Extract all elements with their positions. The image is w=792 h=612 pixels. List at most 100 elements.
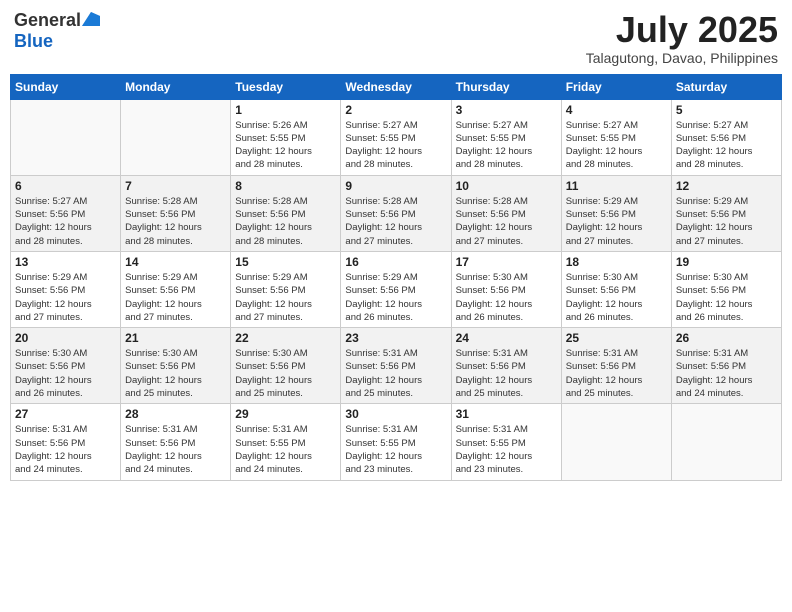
day-info: Sunrise: 5:31 AMSunset: 5:55 PMDaylight:… [345, 423, 446, 476]
table-row [121, 99, 231, 175]
day-info: Sunrise: 5:27 AMSunset: 5:56 PMDaylight:… [15, 195, 116, 248]
day-number: 22 [235, 331, 336, 345]
day-info: Sunrise: 5:29 AMSunset: 5:56 PMDaylight:… [125, 271, 226, 324]
table-row: 16 Sunrise: 5:29 AMSunset: 5:56 PMDayligh… [341, 251, 451, 327]
table-row: 13 Sunrise: 5:29 AMSunset: 5:56 PMDayligh… [11, 251, 121, 327]
table-row: 27 Sunrise: 5:31 AMSunset: 5:56 PMDayligh… [11, 404, 121, 480]
day-info: Sunrise: 5:29 AMSunset: 5:56 PMDaylight:… [676, 195, 777, 248]
calendar-week-row: 6 Sunrise: 5:27 AMSunset: 5:56 PMDaylight… [11, 175, 782, 251]
day-info: Sunrise: 5:30 AMSunset: 5:56 PMDaylight:… [676, 271, 777, 324]
title-block: July 2025 Talagutong, Davao, Philippines [586, 10, 778, 66]
day-number: 21 [125, 331, 226, 345]
day-info: Sunrise: 5:28 AMSunset: 5:56 PMDaylight:… [235, 195, 336, 248]
table-row [561, 404, 671, 480]
day-info: Sunrise: 5:31 AMSunset: 5:56 PMDaylight:… [15, 423, 116, 476]
day-number: 7 [125, 179, 226, 193]
table-row: 8Sunrise: 5:28 AMSunset: 5:56 PMDaylight… [231, 175, 341, 251]
col-wednesday: Wednesday [341, 74, 451, 99]
month-year-title: July 2025 [586, 10, 778, 50]
table-row: 20Sunrise: 5:30 AMSunset: 5:56 PMDayligh… [11, 328, 121, 404]
table-row: 24 Sunrise: 5:31 AMSunset: 5:56 PMDayligh… [451, 328, 561, 404]
day-info: Sunrise: 5:30 AMSunset: 5:56 PMDaylight:… [566, 271, 667, 324]
day-number: 10 [456, 179, 557, 193]
day-number: 31 [456, 407, 557, 421]
day-number: 19 [676, 255, 777, 269]
day-info: Sunrise: 5:28 AMSunset: 5:56 PMDaylight:… [125, 195, 226, 248]
day-number: 11 [566, 179, 667, 193]
logo-general: General [14, 10, 81, 30]
day-number: 17 [456, 255, 557, 269]
day-number: 27 [15, 407, 116, 421]
table-row: 18 Sunrise: 5:30 AMSunset: 5:56 PMDayligh… [561, 251, 671, 327]
col-sunday: Sunday [11, 74, 121, 99]
calendar-week-row: 1 Sunrise: 5:26 AMSunset: 5:55 PMDaylight… [11, 99, 782, 175]
logo: General Blue [14, 10, 100, 52]
col-friday: Friday [561, 74, 671, 99]
day-number: 3 [456, 103, 557, 117]
day-number: 13 [15, 255, 116, 269]
day-number: 5 [676, 103, 777, 117]
calendar-week-row: 13 Sunrise: 5:29 AMSunset: 5:56 PMDayligh… [11, 251, 782, 327]
logo-icon [82, 12, 100, 26]
day-number: 25 [566, 331, 667, 345]
day-number: 4 [566, 103, 667, 117]
table-row: 14 Sunrise: 5:29 AMSunset: 5:56 PMDayligh… [121, 251, 231, 327]
table-row: 22Sunrise: 5:30 AMSunset: 5:56 PMDayligh… [231, 328, 341, 404]
day-number: 2 [345, 103, 446, 117]
day-number: 30 [345, 407, 446, 421]
day-info: Sunrise: 5:27 AMSunset: 5:55 PMDaylight:… [345, 119, 446, 172]
col-monday: Monday [121, 74, 231, 99]
day-number: 23 [345, 331, 446, 345]
table-row: 6 Sunrise: 5:27 AMSunset: 5:56 PMDaylight… [11, 175, 121, 251]
day-info: Sunrise: 5:31 AMSunset: 5:56 PMDaylight:… [125, 423, 226, 476]
day-number: 20 [15, 331, 116, 345]
logo-wordmark: General Blue [14, 10, 100, 52]
day-number: 14 [125, 255, 226, 269]
calendar-header-row: Sunday Monday Tuesday Wednesday Thursday… [11, 74, 782, 99]
day-info: Sunrise: 5:31 AMSunset: 5:55 PMDaylight:… [235, 423, 336, 476]
day-info: Sunrise: 5:29 AMSunset: 5:56 PMDaylight:… [235, 271, 336, 324]
table-row: 5Sunrise: 5:27 AMSunset: 5:56 PMDaylight… [671, 99, 781, 175]
table-row: 26Sunrise: 5:31 AMSunset: 5:56 PMDayligh… [671, 328, 781, 404]
day-info: Sunrise: 5:29 AMSunset: 5:56 PMDaylight:… [15, 271, 116, 324]
day-number: 12 [676, 179, 777, 193]
table-row: 21 Sunrise: 5:30 AMSunset: 5:56 PMDayligh… [121, 328, 231, 404]
day-info: Sunrise: 5:29 AMSunset: 5:56 PMDaylight:… [345, 271, 446, 324]
col-tuesday: Tuesday [231, 74, 341, 99]
day-number: 9 [345, 179, 446, 193]
col-saturday: Saturday [671, 74, 781, 99]
table-row: 12 Sunrise: 5:29 AMSunset: 5:56 PMDayligh… [671, 175, 781, 251]
calendar-week-row: 27 Sunrise: 5:31 AMSunset: 5:56 PMDayligh… [11, 404, 782, 480]
table-row: 28 Sunrise: 5:31 AMSunset: 5:56 PMDayligh… [121, 404, 231, 480]
table-row: 11 Sunrise: 5:29 AMSunset: 5:56 PMDayligh… [561, 175, 671, 251]
calendar-table: Sunday Monday Tuesday Wednesday Thursday… [10, 74, 782, 481]
day-info: Sunrise: 5:30 AMSunset: 5:56 PMDaylight:… [456, 271, 557, 324]
day-info: Sunrise: 5:27 AMSunset: 5:55 PMDaylight:… [566, 119, 667, 172]
day-info: Sunrise: 5:31 AMSunset: 5:56 PMDaylight:… [456, 347, 557, 400]
day-number: 18 [566, 255, 667, 269]
table-row: 7 Sunrise: 5:28 AMSunset: 5:56 PMDaylight… [121, 175, 231, 251]
day-number: 1 [235, 103, 336, 117]
page-header: General Blue July 2025 Talagutong, Davao… [10, 10, 782, 66]
day-number: 28 [125, 407, 226, 421]
day-info: Sunrise: 5:29 AMSunset: 5:56 PMDaylight:… [566, 195, 667, 248]
table-row: 2 Sunrise: 5:27 AMSunset: 5:55 PMDaylight… [341, 99, 451, 175]
day-info: Sunrise: 5:31 AMSunset: 5:56 PMDaylight:… [676, 347, 777, 400]
day-number: 15 [235, 255, 336, 269]
table-row: 31Sunrise: 5:31 AMSunset: 5:55 PMDayligh… [451, 404, 561, 480]
day-number: 24 [456, 331, 557, 345]
table-row: 23Sunrise: 5:31 AMSunset: 5:56 PMDayligh… [341, 328, 451, 404]
logo-blue: Blue [14, 31, 53, 51]
day-info: Sunrise: 5:31 AMSunset: 5:56 PMDaylight:… [566, 347, 667, 400]
day-number: 6 [15, 179, 116, 193]
day-info: Sunrise: 5:30 AMSunset: 5:56 PMDaylight:… [125, 347, 226, 400]
table-row: 1 Sunrise: 5:26 AMSunset: 5:55 PMDaylight… [231, 99, 341, 175]
location-subtitle: Talagutong, Davao, Philippines [586, 50, 778, 66]
day-info: Sunrise: 5:28 AMSunset: 5:56 PMDaylight:… [345, 195, 446, 248]
day-info: Sunrise: 5:26 AMSunset: 5:55 PMDaylight:… [235, 119, 336, 172]
table-row: 4 Sunrise: 5:27 AMSunset: 5:55 PMDaylight… [561, 99, 671, 175]
table-row: 15 Sunrise: 5:29 AMSunset: 5:56 PMDayligh… [231, 251, 341, 327]
table-row [11, 99, 121, 175]
table-row: 17 Sunrise: 5:30 AMSunset: 5:56 PMDayligh… [451, 251, 561, 327]
day-number: 16 [345, 255, 446, 269]
